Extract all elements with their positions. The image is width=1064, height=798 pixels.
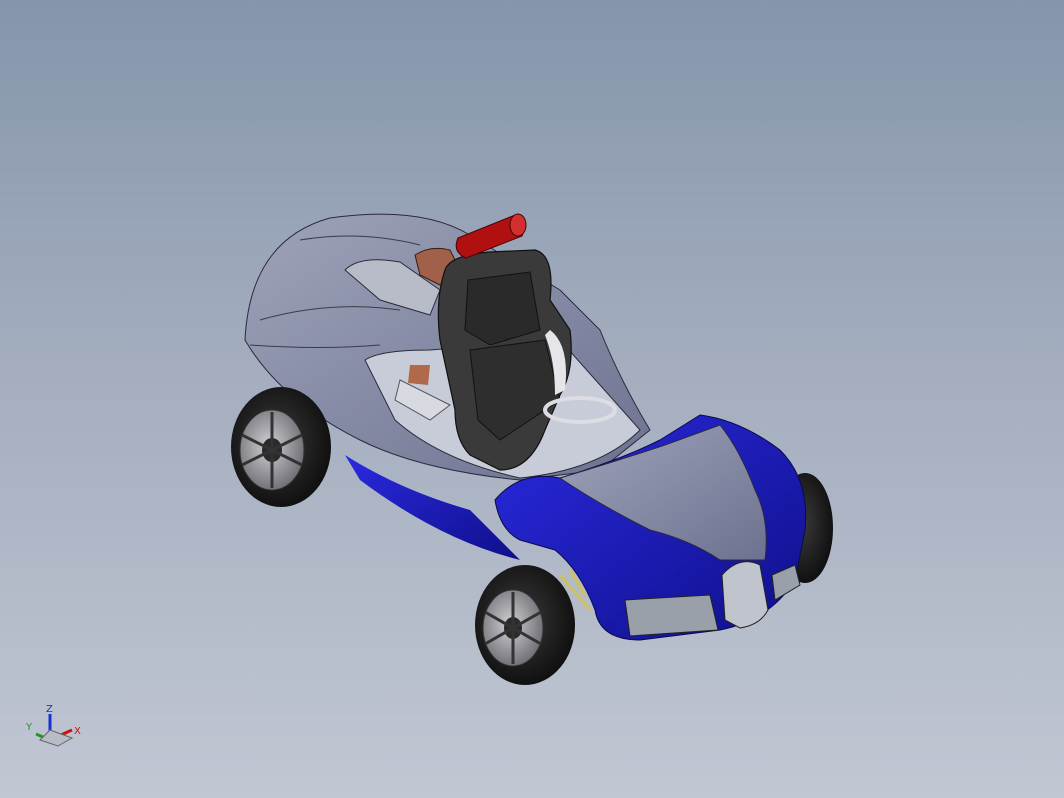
- graphics-viewport[interactable]: Z Y X: [0, 0, 1064, 798]
- front-left-wheel: [475, 565, 575, 685]
- cad-model-go-kart[interactable]: [0, 0, 1064, 798]
- y-axis-label: Y: [25, 722, 33, 733]
- rear-left-wheel: [231, 387, 331, 507]
- z-axis-label: Z: [46, 704, 53, 715]
- coordinate-triad: Z Y X: [25, 704, 81, 747]
- x-axis-label: X: [74, 726, 81, 737]
